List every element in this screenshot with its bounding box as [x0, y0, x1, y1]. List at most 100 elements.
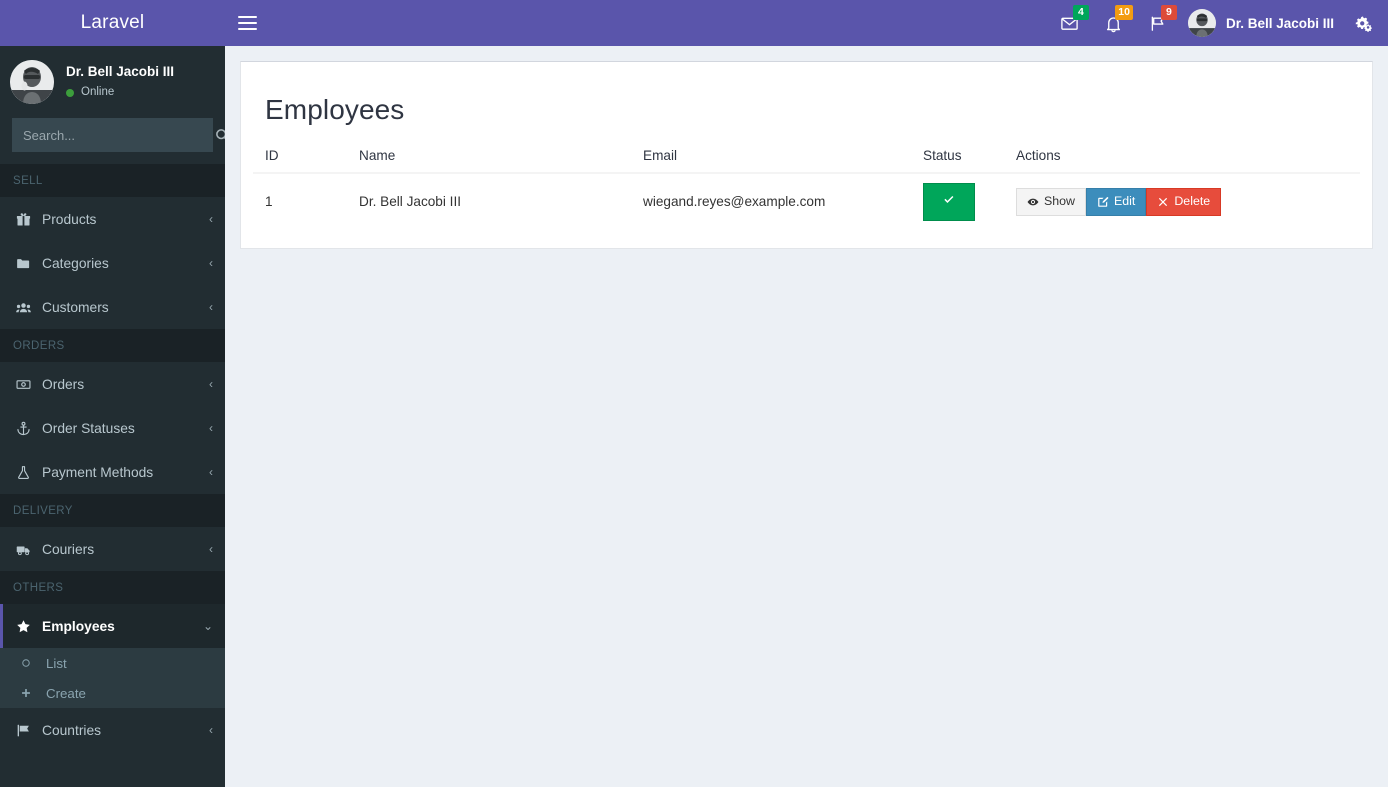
- sidebar-item-label: Products: [42, 211, 97, 227]
- column-header-name: Name: [347, 140, 631, 174]
- search-button[interactable]: [209, 119, 225, 151]
- navbar-user-menu[interactable]: Dr. Bell Jacobi III: [1180, 0, 1346, 46]
- cogs-icon: [1355, 15, 1372, 32]
- cell-name: Dr. Bell Jacobi III: [347, 172, 631, 230]
- control-sidebar-button[interactable]: [1346, 0, 1380, 46]
- action-button-group: Show Edit Delete: [1016, 188, 1222, 216]
- top-navbar: 4 10 9 Dr. Bell Jacobi III: [225, 0, 1388, 46]
- circle-o-icon: [20, 657, 40, 669]
- table-row: 1 Dr. Bell Jacobi III wiegand.reyes@exampl…: [253, 172, 1360, 230]
- chevron-left-icon: ‹: [209, 256, 213, 270]
- sidebar-submenu: List Create: [0, 648, 225, 708]
- sidebar: Laravel Dr. Bell Jacobi III Online Searc…: [0, 0, 225, 787]
- folder-icon: [16, 256, 38, 271]
- sidebar-item-products[interactable]: Products ‹: [0, 197, 225, 241]
- sidebar-item-customers[interactable]: Customers ‹: [0, 285, 225, 329]
- flag-icon: [16, 723, 38, 738]
- messages-badge: 4: [1072, 5, 1089, 20]
- users-icon: [16, 300, 38, 315]
- status-toggle-button[interactable]: [923, 183, 975, 221]
- table-header-row: ID Name Email Status Actions: [253, 140, 1360, 174]
- chevron-down-icon: ⌄: [202, 619, 213, 633]
- sidebar-item-label: Employees: [42, 618, 115, 634]
- sidebar-item-orders[interactable]: Orders ‹: [0, 362, 225, 406]
- employees-table: ID Name Email Status Actions 1 Dr. Bell J…: [253, 140, 1360, 230]
- truck-icon: [16, 542, 38, 557]
- navbar-user-name: Dr. Bell Jacobi III: [1225, 15, 1334, 31]
- sidebar-item-employees[interactable]: Employees ⌄: [0, 604, 225, 648]
- sidebar-nav: SELL Products ‹ Categories ‹ Customers ‹ ORDERS…: [0, 164, 225, 752]
- chevron-left-icon: ‹: [209, 723, 213, 737]
- notifications-badge: 10: [1115, 5, 1133, 20]
- online-dot-icon: [66, 89, 74, 98]
- sidebar-item-label: Countries: [42, 722, 102, 738]
- edit-button[interactable]: Edit: [1086, 188, 1147, 216]
- tasks-badge: 9: [1160, 5, 1177, 20]
- navbar-right: 4 10 9 Dr. Bell Jacobi III: [1048, 0, 1388, 46]
- chevron-left-icon: ‹: [209, 377, 213, 391]
- cell-email: wiegand.reyes@example.com: [631, 172, 911, 230]
- cell-actions: Show Edit Delete: [1004, 172, 1360, 230]
- table-body: 1 Dr. Bell Jacobi III wiegand.reyes@exampl…: [253, 172, 1360, 230]
- main-content: Employees ID Name Email Status Actions 1…: [225, 46, 1388, 787]
- sidebar-subitem-create[interactable]: Create: [0, 678, 225, 708]
- chevron-left-icon: ‹: [209, 212, 213, 226]
- sidebar-subitem-label: List: [46, 655, 67, 671]
- sidebar-item-countries[interactable]: Countries ‹: [0, 708, 225, 752]
- sidebar-item-label: Couriers: [42, 541, 95, 557]
- chevron-left-icon: ‹: [209, 465, 213, 479]
- sidebar-section-header: DELIVERY: [0, 494, 225, 527]
- search-input[interactable]: [13, 119, 209, 151]
- table-header: ID Name Email Status Actions: [253, 140, 1360, 174]
- chevron-left-icon: ‹: [209, 542, 213, 556]
- pencil-square-icon: [1097, 196, 1109, 208]
- page-title: Employees: [265, 94, 405, 125]
- notifications-button[interactable]: 10: [1092, 0, 1136, 46]
- cell-id: 1: [253, 172, 347, 230]
- chevron-left-icon: ‹: [209, 421, 213, 435]
- sidebar-user-panel[interactable]: Dr. Bell Jacobi III Online: [0, 46, 225, 118]
- sidebar-item-payment-methods[interactable]: Payment Methods ‹: [0, 450, 225, 494]
- sidebar-subitem-list[interactable]: List: [0, 648, 225, 678]
- messages-button[interactable]: 4: [1048, 0, 1092, 46]
- money-bill-icon: [16, 377, 38, 392]
- plus-icon: [20, 687, 40, 699]
- sidebar-item-label: Order Statuses: [42, 420, 135, 436]
- sidebar-section-header: OTHERS: [0, 571, 225, 604]
- action-button-label: Edit: [1114, 194, 1136, 208]
- sidebar-item-order-statuses[interactable]: Order Statuses ‹: [0, 406, 225, 450]
- column-header-actions: Actions: [1004, 140, 1360, 174]
- star-icon: [16, 619, 38, 634]
- avatar: [10, 60, 54, 104]
- delete-button[interactable]: Delete: [1146, 188, 1222, 216]
- sidebar-user-name: Dr. Bell Jacobi III: [66, 64, 175, 80]
- action-button-label: Delete: [1174, 194, 1211, 208]
- brand-name: Laravel: [80, 12, 145, 33]
- sidebar-user-info: Dr. Bell Jacobi III Online: [66, 63, 174, 101]
- sidebar-toggle-button[interactable]: [225, 0, 269, 46]
- column-header-id: ID: [253, 140, 347, 174]
- action-button-label: Show: [1044, 194, 1075, 208]
- brand-logo[interactable]: Laravel: [0, 0, 225, 46]
- tasks-button[interactable]: 9: [1136, 0, 1180, 46]
- show-button[interactable]: Show: [1016, 188, 1086, 216]
- sidebar-item-couriers[interactable]: Couriers ‹: [0, 527, 225, 571]
- sidebar-item-label: Categories: [42, 255, 109, 271]
- sidebar-section-header: ORDERS: [0, 329, 225, 362]
- hamburger-icon: [237, 12, 257, 34]
- eye-icon: [1027, 196, 1039, 208]
- times-icon: [1157, 196, 1169, 208]
- chevron-left-icon: ‹: [209, 300, 213, 314]
- sidebar-item-categories[interactable]: Categories ‹: [0, 241, 225, 285]
- column-header-status: Status: [911, 140, 1004, 174]
- sidebar-search[interactable]: [12, 118, 225, 152]
- sidebar-subitem-label: Create: [46, 685, 86, 701]
- avatar: [1187, 9, 1216, 37]
- sidebar-item-label: Orders: [42, 376, 85, 392]
- column-header-email: Email: [631, 140, 911, 174]
- employees-card: Employees ID Name Email Status Actions 1…: [240, 61, 1373, 249]
- flask-icon: [16, 465, 38, 480]
- sidebar-item-label: Payment Methods: [42, 464, 154, 480]
- anchor-icon: [16, 421, 38, 436]
- gift-icon: [16, 212, 38, 227]
